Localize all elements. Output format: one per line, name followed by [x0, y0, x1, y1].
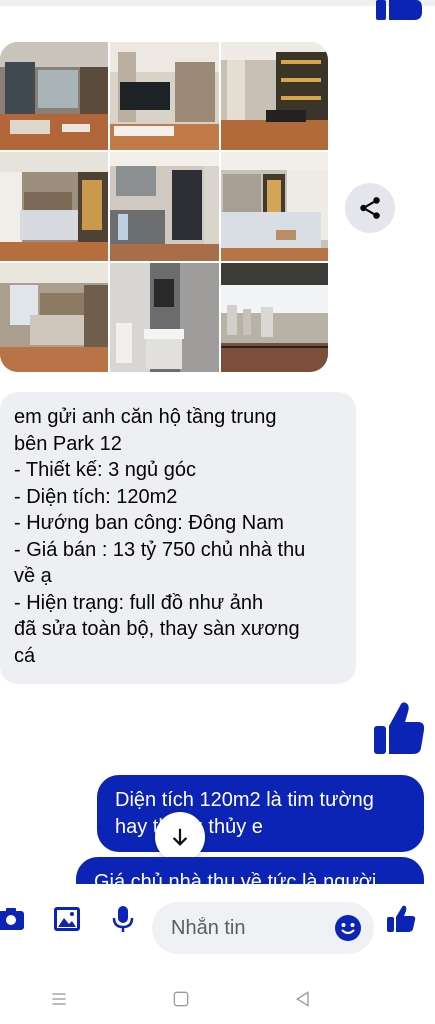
- share-icon: [360, 197, 380, 219]
- incoming-message-bubble[interactable]: em gửi anh căn hộ tầng trung bên Park 12…: [0, 392, 356, 684]
- thumbs-up-icon[interactable]: [372, 700, 426, 756]
- bedroom-window-photo[interactable]: [0, 263, 108, 372]
- message-composer: [0, 884, 435, 974]
- top-divider: [0, 0, 435, 6]
- message-input[interactable]: [169, 915, 323, 941]
- photo-gallery[interactable]: [0, 42, 328, 372]
- emoji-icon[interactable]: [334, 914, 362, 942]
- message-line: - Diện tích: 120m2: [14, 485, 178, 508]
- balcony-view-photo[interactable]: [221, 263, 328, 372]
- message-line: - Thiết kế: 3 ngủ góc: [14, 459, 196, 481]
- message-line: - Giá bán : 13 tỷ 750 chủ nhà thu về ạ: [14, 538, 306, 588]
- bedroom-photo[interactable]: [0, 152, 108, 261]
- home-icon[interactable]: [166, 984, 196, 1014]
- living-tv-photo[interactable]: [110, 42, 219, 150]
- recents-icon[interactable]: [44, 984, 74, 1014]
- message-line: - Hiện trạng: full đồ như ảnh đã sửa toà…: [14, 591, 300, 667]
- message-input-field[interactable]: [152, 902, 374, 954]
- gallery-icon[interactable]: [52, 904, 82, 934]
- system-nav-bar: [0, 974, 435, 1024]
- message-line: em gửi anh căn hộ tầng trung bên Park 12: [14, 406, 277, 455]
- dining-room-photo[interactable]: [221, 42, 328, 150]
- living-room-photo[interactable]: [0, 42, 108, 150]
- thumbs-up-icon: [372, 0, 424, 22]
- camera-icon[interactable]: [0, 904, 26, 934]
- scroll-to-bottom-button[interactable]: [155, 812, 205, 862]
- kitchen-photo[interactable]: [110, 152, 219, 261]
- message-line: - Hướng ban công: Đông Nam: [14, 512, 284, 534]
- outgoing-message-bubble[interactable]: Diện tích 120m2 là tim tường hay thông t…: [97, 775, 424, 852]
- bathroom-photo[interactable]: [110, 263, 219, 372]
- share-button[interactable]: [345, 183, 395, 233]
- back-icon[interactable]: [288, 984, 318, 1014]
- master-bedroom-photo[interactable]: [221, 152, 328, 261]
- thumbs-up-icon[interactable]: [386, 904, 416, 934]
- arrow-down-icon: [172, 828, 188, 846]
- microphone-icon[interactable]: [108, 904, 138, 934]
